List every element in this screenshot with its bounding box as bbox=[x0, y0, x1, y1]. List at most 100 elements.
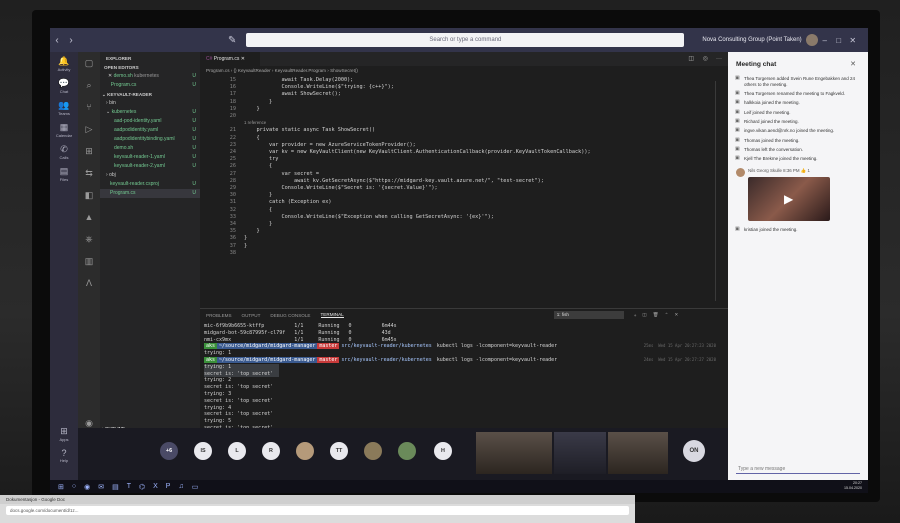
docker-icon[interactable]: ◧ bbox=[78, 184, 100, 206]
chrome-icon[interactable]: ◉ bbox=[84, 483, 90, 491]
split-editor-icon[interactable]: ◫ bbox=[688, 52, 694, 66]
new-terminal-icon[interactable]: + bbox=[634, 313, 637, 318]
compose-icon[interactable]: ✎ bbox=[228, 35, 236, 46]
participant-photo[interactable] bbox=[364, 442, 382, 460]
code-line[interactable]: } bbox=[244, 228, 259, 234]
split-terminal-icon[interactable]: ◫ bbox=[642, 312, 646, 318]
code-line[interactable]: { bbox=[244, 163, 272, 169]
tree-item[interactable]: aad-pod-identity.yaml U bbox=[100, 117, 200, 126]
participant-avatar[interactable]: IS bbox=[194, 442, 212, 460]
kill-terminal-icon[interactable]: 🗑 bbox=[653, 312, 659, 318]
code-line[interactable]: Console.WriteLine($"Exception when calli… bbox=[244, 214, 493, 220]
spotify-icon[interactable]: ♫ bbox=[178, 483, 183, 490]
outlook-icon[interactable]: ✉ bbox=[98, 483, 104, 491]
tab-program-cs[interactable]: C# Program.cs ✕ bbox=[200, 52, 260, 66]
tab-terminal[interactable]: TERMINAL bbox=[320, 312, 344, 318]
source-control-icon[interactable]: ⑂ bbox=[78, 96, 100, 118]
tree-item[interactable]: keyvault-reader.csproj U bbox=[100, 180, 200, 189]
breadcrumb[interactable]: Program.cs › {} KeyvaultReader › Keyvaul… bbox=[200, 66, 728, 75]
azure-a-icon[interactable]: Λ bbox=[78, 272, 100, 294]
extensions-icon[interactable]: ⊞ bbox=[78, 140, 100, 162]
org-switcher[interactable]: Nova Consulting Group (Point Taken) bbox=[702, 37, 801, 43]
open-editor-item[interactable]: Program.cs U bbox=[100, 81, 200, 90]
participant-avatar[interactable]: R bbox=[262, 442, 280, 460]
forward-icon[interactable]: › bbox=[64, 35, 78, 46]
code-line[interactable]: await ShowSecret(); bbox=[244, 91, 340, 97]
run-icon[interactable]: ▷ bbox=[78, 118, 100, 140]
close-chat-icon[interactable]: ✕ bbox=[850, 60, 856, 68]
code-line[interactable]: try bbox=[244, 156, 278, 162]
rail-chat[interactable]: 💬 Chat bbox=[50, 78, 78, 94]
presenter-avatar[interactable]: ON bbox=[683, 440, 705, 462]
codelens-references[interactable]: 1 reference bbox=[244, 120, 266, 125]
azure-icon[interactable]: ▲ bbox=[78, 206, 100, 228]
clock[interactable]: 20:27 15.04.2020 bbox=[844, 481, 862, 491]
explorer-icon[interactable]: ▢ bbox=[78, 52, 100, 74]
maximize-icon[interactable]: □ bbox=[832, 36, 846, 45]
kubernetes-icon[interactable]: ⎈ bbox=[78, 228, 100, 250]
vscode-taskbar-icon[interactable]: ⌬ bbox=[139, 483, 145, 491]
start-icon[interactable]: ⊞ bbox=[58, 483, 64, 491]
terminal-output[interactable]: mic-6f9b9b6655-ktffp 1/1 Running 0 6m44s… bbox=[204, 323, 724, 439]
tree-item[interactable]: ⌄ kubernetes U bbox=[100, 108, 200, 117]
code-line[interactable]: Console.WriteLine($"Secret is: '{secret.… bbox=[244, 185, 437, 191]
code-line[interactable]: await Task.Delay(2000); bbox=[244, 77, 353, 83]
tree-item[interactable]: › obj bbox=[100, 171, 200, 180]
tab-output[interactable]: OUTPUT bbox=[242, 313, 261, 318]
code-line[interactable]: { bbox=[244, 207, 272, 213]
code-line[interactable]: private static async Task ShowSecret() bbox=[244, 127, 375, 133]
code-line[interactable]: var secret = bbox=[244, 171, 319, 177]
chat-message[interactable]: Nils Georg Skulle 8:36 PM 👍 1 ▶ bbox=[736, 167, 862, 221]
reaction-badge[interactable]: 👍 1 bbox=[801, 168, 810, 173]
rail-activity[interactable]: 🔔 Activity bbox=[50, 56, 78, 72]
code-line[interactable]: } bbox=[244, 243, 247, 249]
scrollbar[interactable] bbox=[715, 81, 716, 301]
more-actions-icon[interactable]: ··· bbox=[716, 52, 722, 66]
video-tile[interactable] bbox=[554, 432, 606, 474]
tree-item[interactable]: Program.cs U bbox=[100, 189, 200, 198]
tree-item[interactable]: keyvault-reader-1.yaml U bbox=[100, 153, 200, 162]
teams-taskbar-icon[interactable]: T bbox=[127, 483, 131, 490]
video-thumbnail[interactable]: ▶ bbox=[748, 176, 830, 221]
excel-icon[interactable]: X bbox=[153, 483, 158, 490]
code-line[interactable]: Console.WriteLine($"trying: {c++}"); bbox=[244, 84, 393, 90]
code-line[interactable]: } bbox=[244, 192, 272, 198]
browser-tab[interactable]: Dokumentasjon - Google Doc bbox=[0, 495, 635, 504]
rail-apps[interactable]: ⊞ Apps bbox=[50, 426, 78, 442]
code-line[interactable]: catch (Exception ex) bbox=[244, 199, 331, 205]
video-tile[interactable] bbox=[476, 432, 552, 474]
tree-item[interactable]: demo.sh U bbox=[100, 144, 200, 153]
rail-files[interactable]: ▤ Files bbox=[50, 166, 78, 182]
play-icon[interactable]: ▶ bbox=[784, 192, 793, 206]
rail-teams[interactable]: 👥 Teams bbox=[50, 100, 78, 116]
open-editor-item[interactable]: ✕ demo.sh kubernetes U bbox=[100, 72, 200, 81]
terminal-taskbar-icon[interactable]: ▭ bbox=[192, 483, 199, 491]
video-tile[interactable] bbox=[608, 432, 668, 474]
participant-photo[interactable] bbox=[296, 442, 314, 460]
rail-calls[interactable]: ✆ Calls bbox=[50, 144, 78, 160]
participant-avatar[interactable]: L bbox=[228, 442, 246, 460]
avatar[interactable] bbox=[805, 34, 818, 46]
tab-problems[interactable]: PROBLEMS bbox=[206, 313, 232, 318]
terminal-select[interactable]: 1: fish bbox=[553, 311, 624, 319]
tree-item[interactable]: › bin bbox=[100, 99, 200, 108]
rail-help[interactable]: ? Help bbox=[50, 448, 78, 463]
tree-item[interactable]: aadpodidentity.yaml U bbox=[100, 126, 200, 135]
code-line[interactable]: } bbox=[244, 99, 272, 105]
maximize-panel-icon[interactable]: ⌃ bbox=[665, 312, 669, 318]
close-panel-icon[interactable]: ✕ bbox=[674, 312, 678, 318]
participant-avatar[interactable]: TT bbox=[330, 442, 348, 460]
compose-input[interactable]: Type a new message bbox=[736, 464, 860, 474]
back-icon[interactable]: ‹ bbox=[50, 35, 64, 46]
code-line[interactable]: } bbox=[244, 235, 247, 241]
search-taskbar-icon[interactable]: ○ bbox=[72, 483, 76, 490]
minimize-icon[interactable]: – bbox=[818, 36, 832, 45]
code-line[interactable]: } bbox=[244, 221, 272, 227]
search-icon[interactable]: ⌕ bbox=[78, 74, 100, 96]
powerpoint-icon[interactable]: P bbox=[166, 483, 171, 490]
code-line[interactable]: { bbox=[244, 135, 259, 141]
address-bar[interactable]: docs.google.com/document/d/1z... bbox=[6, 506, 629, 515]
tree-item[interactable]: keyvault-reader-2.yaml U bbox=[100, 162, 200, 171]
notebook-icon[interactable]: ▥ bbox=[78, 250, 100, 272]
explorer-taskbar-icon[interactable]: ▤ bbox=[112, 483, 119, 491]
